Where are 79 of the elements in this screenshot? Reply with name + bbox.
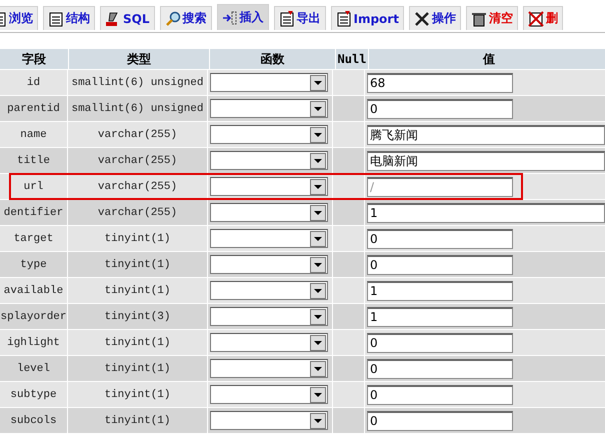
tab[interactable]: 结构 [43,6,95,30]
function-dropdown[interactable] [210,255,328,274]
table-cell: available [0,278,68,303]
value-field[interactable]: 腾飞新闻 [367,124,605,144]
function-dropdown[interactable] [210,307,328,326]
function-dropdown[interactable] [210,411,328,430]
search-icon [164,10,180,26]
function-dropdown[interactable] [210,73,328,92]
table-cell: varchar(255) [68,148,208,173]
table-cell: parentid [0,96,68,121]
table-cell: splayorder [0,304,68,329]
table-cell: tinyint(1) [68,408,208,433]
table-cell: dentifier [0,200,68,225]
function-dropdown[interactable] [210,229,328,248]
table-cell: tinyint(1) [68,382,208,407]
function-dropdown[interactable] [210,99,328,118]
value-field[interactable]: 0 [367,254,513,274]
table-cell: level [0,356,68,381]
table-cell: type [0,252,68,277]
tools-icon [414,10,430,26]
table-cell: subtype [0,382,68,407]
table-cell: subcols [0,408,68,433]
function-dropdown[interactable] [210,359,328,378]
table-cell: varchar(255) [68,174,208,199]
table-cell: name [0,122,68,147]
insert-icon [222,10,238,26]
column-header: 字段 [0,49,68,69]
table-cell: id [0,70,68,95]
table-cell: smallint(6) unsigned [68,96,208,121]
table-cell: varchar(255) [68,122,208,147]
column-header: 值 [369,49,605,69]
value-field[interactable]: 1 [367,280,513,300]
value-field[interactable]: 68 [367,72,513,92]
value-field[interactable]: 0 [367,410,513,430]
function-dropdown[interactable] [210,333,328,352]
value-field[interactable]: 0 [367,98,513,118]
function-dropdown[interactable] [210,151,328,170]
table-cell: tinyint(1) [68,356,208,381]
column-header: 类型 [69,49,209,69]
column-header: Null [336,49,368,69]
table-cell: tinyint(1) [68,278,208,303]
tab[interactable]: 清空 [466,6,518,30]
tab[interactable]: 浏览 [0,6,38,30]
function-dropdown[interactable] [210,125,328,144]
table-cell: tinyint(3) [68,304,208,329]
value-field[interactable]: 电脑新闻 [367,150,605,170]
function-dropdown[interactable] [210,203,328,222]
table-cell: ighlight [0,330,68,355]
tab[interactable]: SQL [100,6,154,30]
table-cell: target [0,226,68,251]
value-field[interactable]: 1 [367,202,605,222]
value-field[interactable]: 0 [367,358,513,378]
value-field[interactable]: 0 [367,228,513,248]
function-dropdown[interactable] [210,281,328,300]
tab[interactable]: 导出 [274,6,326,30]
table-cell: url [0,174,68,199]
table-cell: varchar(255) [68,200,208,225]
value-field[interactable]: 0 [367,384,513,404]
tab[interactable]: 删 [522,6,563,30]
column-header: 函数 [210,49,335,69]
function-dropdown[interactable] [210,385,328,404]
import-icon [336,10,352,26]
table-icon [48,10,64,26]
tab[interactable]: 插入 [216,4,268,30]
delete-icon [528,10,544,26]
value-field[interactable]: 1 [367,306,513,326]
export-icon [278,10,294,26]
tab[interactable]: 搜索 [160,6,212,30]
value-field[interactable]: / [367,176,513,196]
table-cell: tinyint(1) [68,226,208,251]
trash-icon [470,10,487,26]
table-cell: smallint(6) unsigned [68,70,208,95]
table-cell: tinyint(1) [68,252,208,277]
tab[interactable]: 操作 [408,6,461,30]
value-field[interactable]: 0 [367,332,513,352]
function-dropdown[interactable] [210,177,328,196]
table-cell: title [0,148,68,173]
table-cell: tinyint(1) [68,330,208,355]
tab[interactable]: Import [330,6,404,30]
